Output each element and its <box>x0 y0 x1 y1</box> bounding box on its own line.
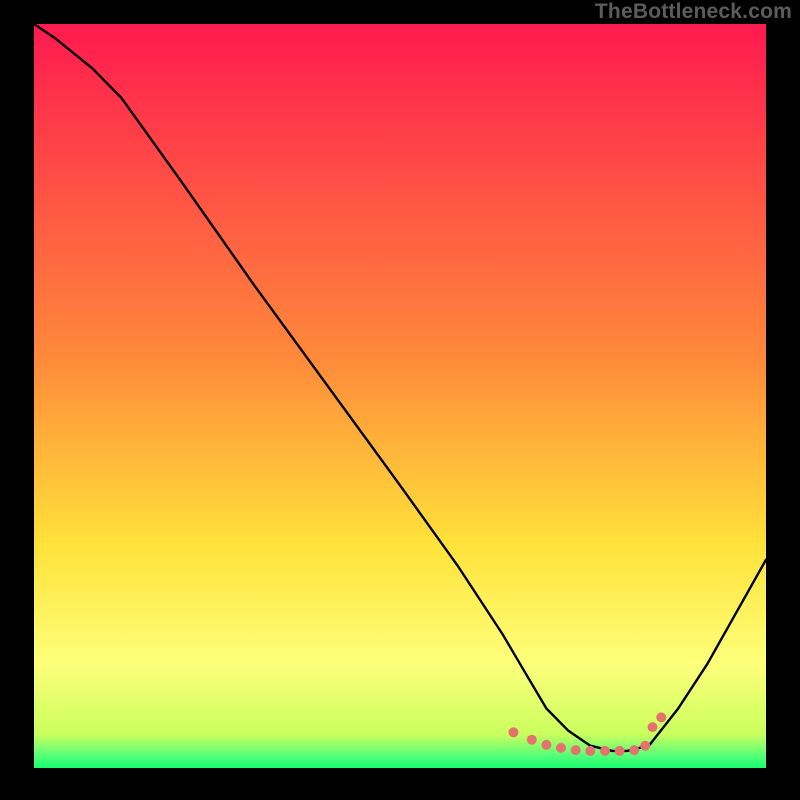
marker-dot <box>585 746 595 756</box>
bottleneck-chart <box>0 0 800 800</box>
marker-dot <box>571 745 581 755</box>
marker-dot <box>640 741 650 751</box>
marker-dot <box>527 735 537 745</box>
watermark-text: TheBottleneck.com <box>595 0 792 24</box>
marker-dot <box>556 743 566 753</box>
marker-dot <box>648 722 658 732</box>
chart-frame: { "watermark": "TheBottleneck.com", "cha… <box>0 0 800 800</box>
marker-dot <box>615 746 625 756</box>
marker-dot <box>509 727 519 737</box>
marker-dot <box>629 745 639 755</box>
marker-dot <box>541 740 551 750</box>
marker-dot <box>656 712 666 722</box>
plot-background <box>34 24 766 768</box>
marker-dot <box>600 746 610 756</box>
